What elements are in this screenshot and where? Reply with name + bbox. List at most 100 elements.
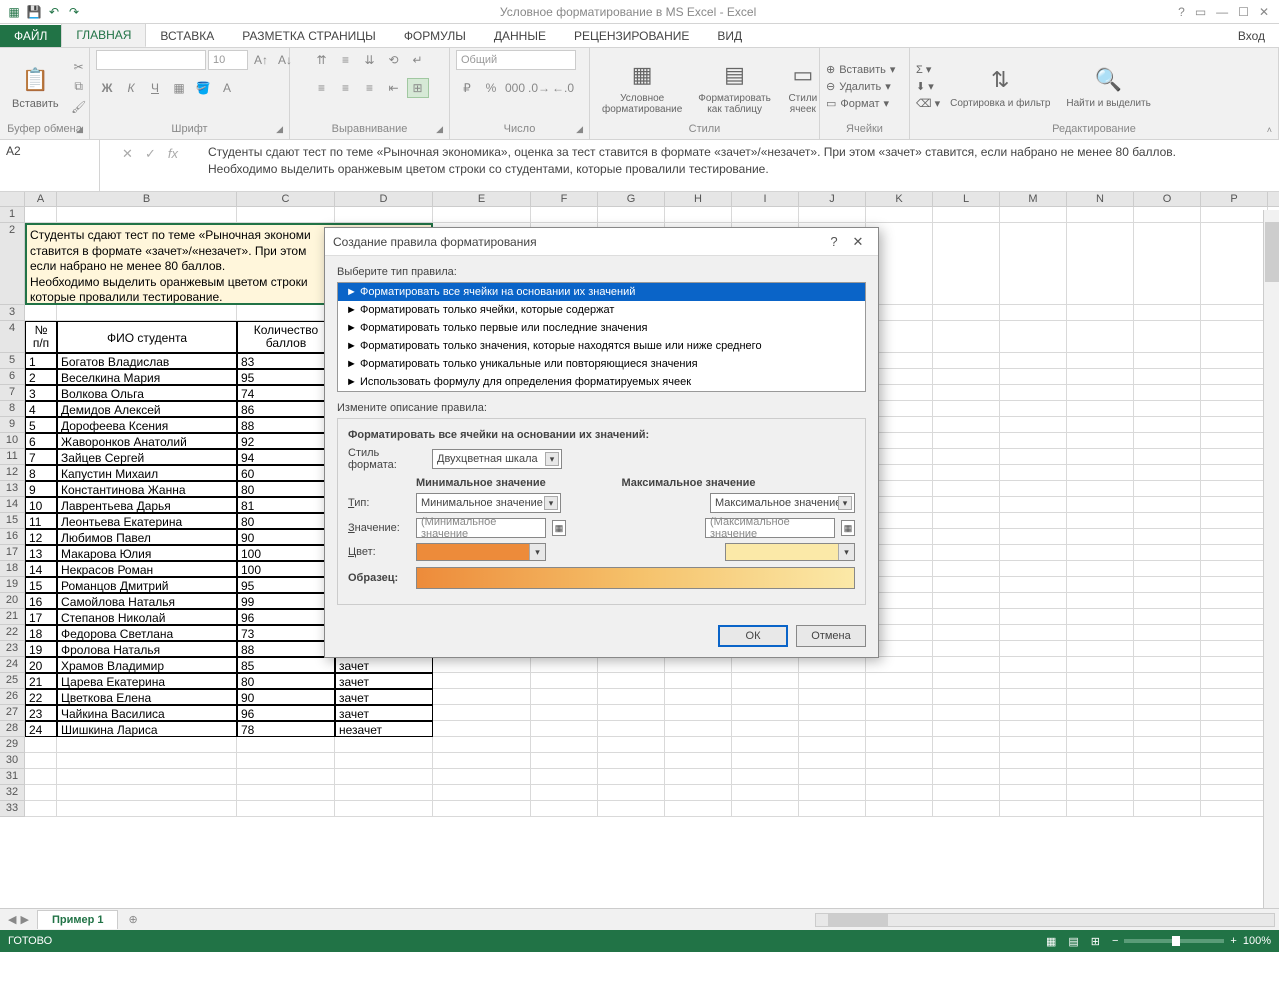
cell[interactable]: [1067, 561, 1134, 577]
cell[interactable]: 8: [25, 465, 57, 481]
cell[interactable]: [665, 657, 732, 673]
cell[interactable]: 74: [237, 385, 335, 401]
formula-content[interactable]: Студенты сдают тест по теме «Рыночная эк…: [200, 140, 1279, 191]
cell[interactable]: [933, 545, 1000, 561]
cell[interactable]: [25, 737, 57, 753]
cell[interactable]: [1000, 449, 1067, 465]
zoom-level[interactable]: 100%: [1243, 935, 1271, 947]
cell[interactable]: [1134, 673, 1201, 689]
cell[interactable]: Чайкина Василиса: [57, 705, 237, 721]
cell[interactable]: [1134, 401, 1201, 417]
cell[interactable]: [933, 401, 1000, 417]
cell[interactable]: 99: [237, 593, 335, 609]
cell[interactable]: [1067, 737, 1134, 753]
ref-picker-icon[interactable]: ▦: [552, 520, 566, 536]
cell[interactable]: [799, 657, 866, 673]
row-header[interactable]: 16: [0, 529, 25, 545]
cell[interactable]: [598, 769, 665, 785]
rule-type-list[interactable]: ► Форматировать все ячейки на основании …: [337, 282, 866, 392]
row-header[interactable]: 23: [0, 641, 25, 657]
align-top-icon[interactable]: ⇈: [311, 50, 333, 70]
cell[interactable]: [1134, 705, 1201, 721]
maximize-icon[interactable]: ☐: [1238, 5, 1249, 19]
cell[interactable]: [866, 801, 933, 817]
cell[interactable]: [1067, 705, 1134, 721]
cell[interactable]: Богатов Владислав: [57, 353, 237, 369]
cell[interactable]: 96: [237, 609, 335, 625]
name-box[interactable]: A2: [0, 140, 100, 191]
cell[interactable]: [866, 753, 933, 769]
align-left-icon[interactable]: ≡: [311, 78, 333, 98]
min-color-combo[interactable]: ▾: [416, 543, 546, 561]
align-right-icon[interactable]: ≡: [359, 78, 381, 98]
cell[interactable]: [598, 705, 665, 721]
cell[interactable]: [433, 705, 531, 721]
cell[interactable]: [433, 689, 531, 705]
cell[interactable]: [933, 369, 1000, 385]
rule-item[interactable]: ► Форматировать только значения, которые…: [338, 337, 865, 355]
cell[interactable]: [598, 737, 665, 753]
currency-icon[interactable]: ₽: [456, 78, 478, 98]
cell[interactable]: Волкова Ольга: [57, 385, 237, 401]
find-select-button[interactable]: 🔍Найти и выделить: [1060, 62, 1156, 111]
cell[interactable]: 88: [237, 417, 335, 433]
cell[interactable]: [732, 721, 799, 737]
cell[interactable]: [433, 673, 531, 689]
cell[interactable]: [1134, 625, 1201, 641]
tab-formulas[interactable]: ФОРМУЛЫ: [390, 25, 480, 47]
cell[interactable]: [866, 705, 933, 721]
dialog-close-icon[interactable]: ✕: [846, 234, 870, 250]
row-header[interactable]: 9: [0, 417, 25, 433]
cell[interactable]: [1067, 465, 1134, 481]
cell[interactable]: [1201, 223, 1268, 305]
cell[interactable]: [237, 753, 335, 769]
cell[interactable]: [1134, 785, 1201, 801]
cell[interactable]: 17: [25, 609, 57, 625]
launcher-icon[interactable]: ◢: [276, 124, 283, 135]
rule-item[interactable]: ► Форматировать только первые или послед…: [338, 319, 865, 337]
cell[interactable]: 100: [237, 545, 335, 561]
cell[interactable]: Храмов Владимир: [57, 657, 237, 673]
tab-file[interactable]: ФАЙЛ: [0, 25, 61, 47]
cell[interactable]: [1201, 305, 1268, 321]
cell[interactable]: [598, 753, 665, 769]
save-icon[interactable]: 💾: [26, 4, 42, 20]
cell[interactable]: [1201, 417, 1268, 433]
cell[interactable]: [1134, 529, 1201, 545]
row-header[interactable]: 18: [0, 561, 25, 577]
view-normal-icon[interactable]: ▦: [1046, 935, 1056, 948]
undo-icon[interactable]: ↶: [46, 4, 62, 20]
cell[interactable]: [799, 689, 866, 705]
bold-icon[interactable]: Ж: [96, 78, 118, 98]
underline-icon[interactable]: Ч: [144, 78, 166, 98]
cell[interactable]: [1134, 753, 1201, 769]
cell[interactable]: [1134, 369, 1201, 385]
cell[interactable]: [598, 801, 665, 817]
grow-font-icon[interactable]: A↑: [250, 50, 272, 70]
cell[interactable]: 94: [237, 449, 335, 465]
cell[interactable]: [1000, 753, 1067, 769]
cell[interactable]: 16: [25, 593, 57, 609]
cell[interactable]: [1134, 449, 1201, 465]
autosum-icon[interactable]: Σ ▾: [916, 63, 940, 76]
horizontal-scrollbar[interactable]: [815, 913, 1275, 927]
cell[interactable]: [933, 801, 1000, 817]
cell[interactable]: [1201, 577, 1268, 593]
cell[interactable]: 60: [237, 465, 335, 481]
sheet-tab-active[interactable]: Пример 1: [37, 910, 119, 929]
cell[interactable]: [1067, 207, 1134, 223]
cell[interactable]: 80: [237, 673, 335, 689]
cell[interactable]: [237, 769, 335, 785]
col-header[interactable]: M: [1000, 192, 1067, 207]
cell[interactable]: Лаврентьева Дарья: [57, 497, 237, 513]
redo-icon[interactable]: ↷: [66, 4, 82, 20]
cell[interactable]: [1134, 513, 1201, 529]
close-icon[interactable]: ✕: [1259, 5, 1269, 19]
view-pagelayout-icon[interactable]: ▤: [1068, 935, 1078, 948]
cell[interactable]: [1201, 689, 1268, 705]
cell[interactable]: [1000, 577, 1067, 593]
paste-button[interactable]: 📋Вставить: [6, 62, 65, 112]
cell[interactable]: [732, 753, 799, 769]
cell[interactable]: [1067, 529, 1134, 545]
col-header[interactable]: N: [1067, 192, 1134, 207]
